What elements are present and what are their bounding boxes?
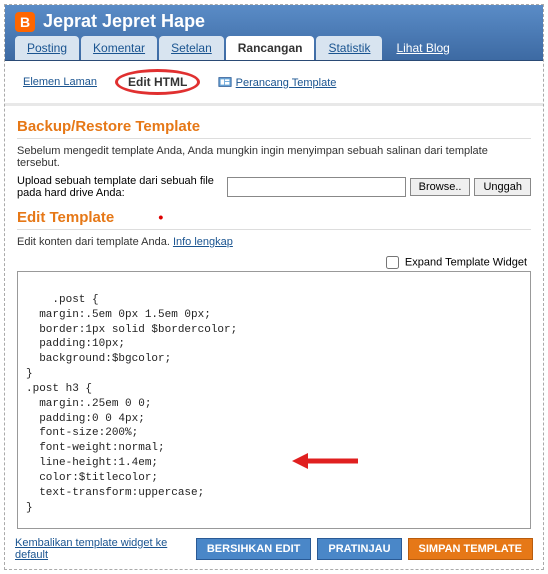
tab-posting[interactable]: Posting (15, 36, 79, 60)
edit-desc: Edit konten dari template Anda. Info len… (17, 236, 531, 248)
reset-template-link[interactable]: Kembalikan template widget ke default (15, 537, 190, 561)
blogger-logo-icon: B (15, 12, 35, 32)
content-area: Backup/Restore Template Sebelum mengedit… (5, 106, 543, 529)
sub-tabs: Elemen Laman Edit HTML Perancang Templat… (5, 61, 543, 106)
tab-komentar[interactable]: Komentar (81, 36, 157, 60)
tab-statistik[interactable]: Statistik (316, 36, 382, 60)
browse-button[interactable]: Browse.. (410, 178, 471, 196)
preview-button[interactable]: PRATINJAU (317, 538, 401, 560)
tab-setelan[interactable]: Setelan (159, 36, 224, 60)
edit-desc-text: Edit konten dari template Anda. (17, 236, 173, 248)
footer-actions: Kembalikan template widget ke default BE… (5, 529, 543, 569)
subtab-perancang-template[interactable]: Perancang Template (218, 75, 336, 90)
edit-heading: Edit Template • (17, 209, 531, 230)
subtab-perancang-label: Perancang Template (236, 77, 337, 89)
tab-rancangan[interactable]: Rancangan (226, 36, 315, 60)
backup-desc: Sebelum mengedit template Anda, Anda mun… (17, 145, 531, 169)
expand-widget-label: Expand Template Widget (405, 256, 527, 268)
edit-heading-text: Edit Template (17, 209, 114, 226)
code-text: .post { margin:.5em 0px 1.5em 0px; borde… (26, 294, 349, 529)
red-arrow-annotation (250, 434, 360, 494)
upload-button[interactable]: Unggah (474, 178, 531, 196)
subtab-edit-html[interactable]: Edit HTML (115, 69, 200, 95)
template-code-editor[interactable]: .post { margin:.5em 0px 1.5em 0px; borde… (17, 271, 531, 529)
red-dot-marker: • (158, 209, 163, 225)
tab-lihat-blog[interactable]: Lihat Blog (384, 36, 461, 60)
header: B Jeprat Jepret Hape Posting Komentar Se… (5, 5, 543, 61)
template-designer-icon (218, 75, 232, 89)
site-title: Jeprat Jepret Hape (43, 11, 205, 32)
main-tabs: Posting Komentar Setelan Rancangan Stati… (15, 36, 533, 60)
save-template-button[interactable]: SIMPAN TEMPLATE (408, 538, 533, 560)
subtab-elemen-laman[interactable]: Elemen Laman (23, 76, 97, 88)
upload-label: Upload sebuah template dari sebuah file … (17, 175, 223, 199)
info-lengkap-link[interactable]: Info lengkap (173, 236, 233, 248)
clear-edit-button[interactable]: BERSIHKAN EDIT (196, 538, 312, 560)
upload-file-input[interactable] (227, 177, 406, 197)
expand-widget-checkbox[interactable] (386, 256, 399, 269)
backup-heading: Backup/Restore Template (17, 118, 531, 139)
